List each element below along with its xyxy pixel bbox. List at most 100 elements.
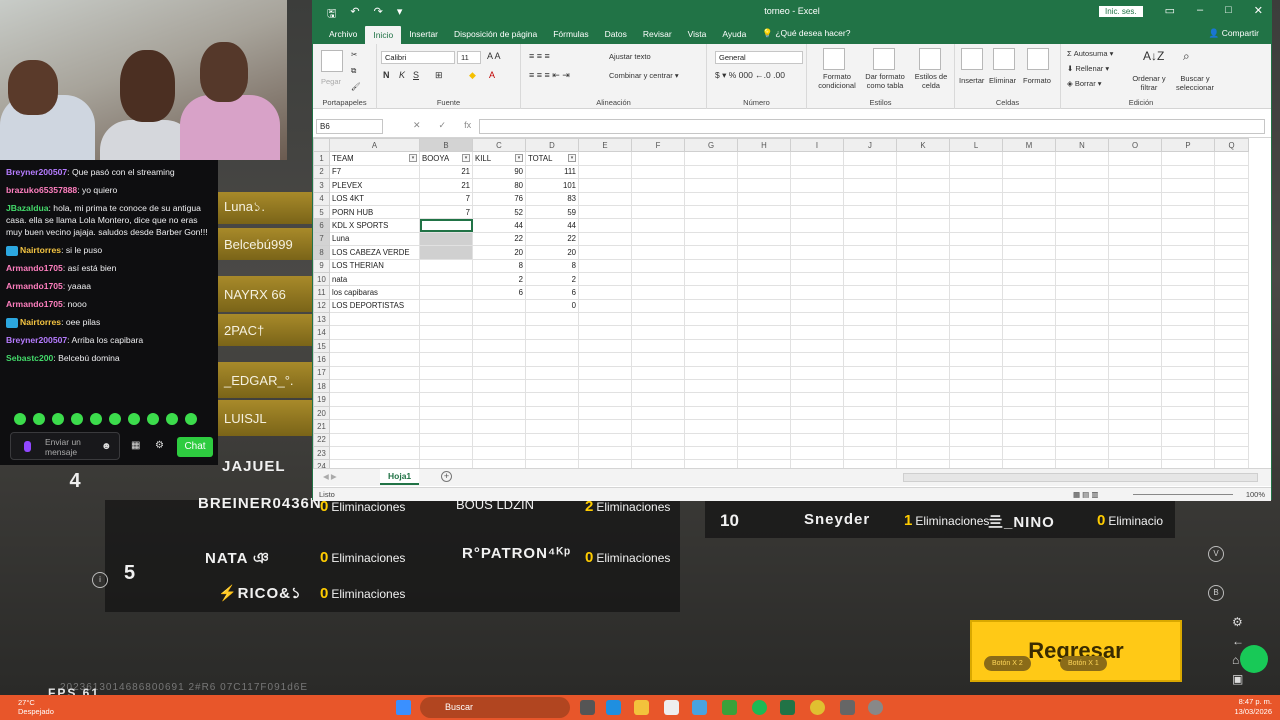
cell[interactable]	[684, 432, 738, 447]
cell[interactable]	[1214, 432, 1249, 447]
mic-icon[interactable]	[24, 441, 31, 452]
cell[interactable]	[896, 325, 950, 340]
cell[interactable]	[1161, 405, 1215, 421]
row-header[interactable]: 17	[313, 365, 330, 381]
cell[interactable]	[419, 271, 473, 287]
cell[interactable]	[525, 392, 579, 407]
cell[interactable]: 21	[419, 164, 473, 180]
sort-filter-button[interactable]: Ordenar y filtrar	[1129, 74, 1169, 92]
cell[interactable]	[329, 392, 420, 407]
cell[interactable]	[896, 178, 950, 193]
cell[interactable]	[949, 258, 1003, 273]
cell[interactable]	[631, 178, 685, 193]
chat-username[interactable]: Breyner200507	[6, 335, 67, 345]
cell[interactable]	[896, 245, 950, 260]
cell[interactable]: 6	[472, 285, 526, 300]
cell[interactable]	[949, 419, 1003, 434]
cell[interactable]	[525, 338, 579, 354]
cell[interactable]	[896, 231, 950, 247]
cell[interactable]	[843, 178, 897, 193]
cell[interactable]	[472, 298, 526, 314]
cell[interactable]	[684, 405, 738, 421]
cell[interactable]	[1108, 338, 1162, 354]
row-header[interactable]: 15	[313, 338, 330, 354]
cell[interactable]	[1161, 298, 1215, 314]
cell[interactable]: Luna	[329, 231, 420, 247]
emote-icon[interactable]	[147, 413, 159, 425]
regresar-button[interactable]: Regresar	[970, 620, 1182, 682]
row-header[interactable]: 22	[313, 432, 330, 447]
font-name-select[interactable]: Calibri	[381, 51, 455, 64]
cell[interactable]: 8	[472, 258, 526, 273]
cell[interactable]	[737, 365, 791, 381]
cell[interactable]: 52	[472, 204, 526, 220]
cell[interactable]	[737, 338, 791, 354]
cell[interactable]	[419, 258, 473, 273]
cell[interactable]	[1214, 258, 1249, 273]
cell[interactable]	[790, 432, 844, 447]
cell[interactable]	[1002, 231, 1056, 247]
conditional-format-icon[interactable]	[823, 48, 845, 70]
cell[interactable]	[790, 325, 844, 340]
cell[interactable]	[1108, 432, 1162, 447]
cell[interactable]	[1108, 405, 1162, 421]
cell[interactable]	[419, 365, 473, 381]
cell[interactable]	[737, 178, 791, 193]
cell[interactable]	[843, 151, 897, 166]
cell[interactable]	[1214, 204, 1249, 220]
cell[interactable]	[843, 258, 897, 273]
chrome-icon[interactable]	[810, 700, 825, 715]
tab-formulas[interactable]: Fórmulas	[545, 29, 596, 44]
add-sheet-icon[interactable]: +	[441, 471, 452, 482]
cell[interactable]	[1214, 365, 1249, 381]
cell[interactable]	[525, 419, 579, 434]
cell[interactable]	[949, 164, 1003, 180]
cell[interactable]	[1161, 271, 1215, 287]
cell[interactable]	[1002, 285, 1056, 300]
cell[interactable]	[684, 352, 738, 367]
column-header[interactable]: H	[737, 137, 791, 153]
cell[interactable]	[684, 204, 738, 220]
filter-dropdown-icon[interactable]: ▾	[568, 154, 576, 163]
cell[interactable]	[790, 285, 844, 300]
explorer-icon[interactable]	[634, 700, 649, 715]
cell[interactable]	[578, 379, 632, 394]
cell[interactable]	[1161, 419, 1215, 434]
cell[interactable]	[790, 218, 844, 233]
cell[interactable]	[1002, 191, 1056, 206]
cell[interactable]	[631, 392, 685, 407]
cell[interactable]	[790, 352, 844, 367]
cell[interactable]	[737, 245, 791, 260]
cell[interactable]	[1214, 151, 1249, 166]
cell[interactable]	[578, 258, 632, 273]
cell[interactable]	[1161, 379, 1215, 394]
cell[interactable]	[525, 445, 579, 461]
cell[interactable]	[1161, 218, 1215, 233]
clear-button[interactable]: ◈ Borrar ▾	[1067, 79, 1102, 88]
maximize-icon[interactable]: □	[1225, 4, 1232, 17]
cell[interactable]	[1055, 285, 1109, 300]
cell[interactable]	[684, 445, 738, 461]
cell[interactable]	[631, 365, 685, 381]
row-header[interactable]: 12	[313, 298, 330, 314]
underline-button[interactable]: S	[413, 70, 419, 80]
cell[interactable]	[843, 191, 897, 206]
cell[interactable]	[1055, 218, 1109, 233]
cell[interactable]	[896, 365, 950, 381]
cell[interactable]	[419, 445, 473, 461]
cell[interactable]	[631, 405, 685, 421]
cell[interactable]	[949, 352, 1003, 367]
cell[interactable]	[1161, 352, 1215, 367]
share-button[interactable]: 👤 Compartir	[1209, 28, 1259, 39]
column-header[interactable]: M	[1002, 137, 1056, 153]
edge-icon[interactable]	[606, 700, 621, 715]
cell[interactable]	[578, 178, 632, 193]
cell[interactable]	[949, 191, 1003, 206]
cell[interactable]	[1108, 151, 1162, 166]
cell[interactable]	[949, 271, 1003, 287]
cell[interactable]	[684, 365, 738, 381]
cell[interactable]	[1161, 392, 1215, 407]
cell[interactable]	[1108, 245, 1162, 260]
cell[interactable]	[419, 298, 473, 314]
cell[interactable]	[1002, 312, 1056, 327]
